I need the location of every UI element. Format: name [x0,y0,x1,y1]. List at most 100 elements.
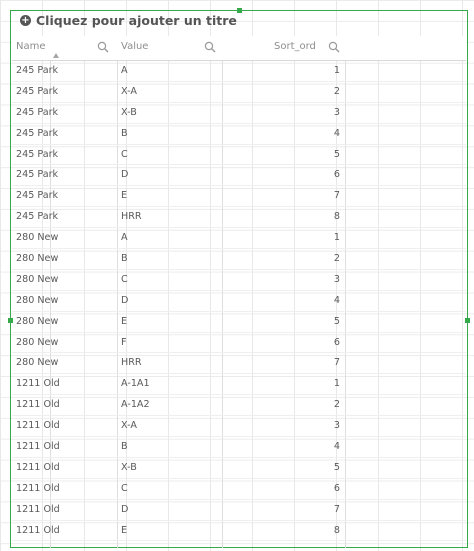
cell-value: D [121,294,129,306]
object-title[interactable]: + Cliquez pour ajouter un titre [20,11,237,29]
table-row[interactable]: 280 New D 4 [12,291,466,312]
table-row[interactable]: 280 New C 3 [12,270,466,291]
cell-value: X-B [121,461,137,473]
cell-value: B [121,127,128,139]
cell-value: E [121,190,128,202]
cell-name: 245 Park [16,148,59,160]
table-header: Name Value Sort_ord [12,36,466,61]
table-row[interactable]: 280 New B 2 [12,249,466,270]
cell-value: X-B [121,106,137,118]
cell-name: 245 Park [16,211,59,223]
table-row[interactable]: 245 Park X-A 2 [12,82,466,103]
table-row[interactable]: 245 Park E 7 [12,186,466,208]
cell-name: 280 New [16,315,59,327]
cell-value: E [121,524,128,536]
cell-name: 245 Park [16,169,59,181]
cell-value: D [121,503,129,515]
table-row[interactable]: 280 New A 1 [12,228,466,250]
search-icon[interactable] [97,41,109,53]
cell-name: 1211 Old [16,378,60,390]
search-icon[interactable] [204,41,216,53]
title-placeholder[interactable]: Cliquez pour ajouter un titre [36,13,237,28]
cell-name: 245 Park [16,190,59,202]
cell-sort-ord: 2 [333,399,340,411]
cell-sort-ord: 6 [333,336,340,348]
cell-value: A [121,65,128,76]
cell-value: HRR [121,357,142,369]
cell-value: E [121,315,128,327]
cell-name: 1211 Old [16,482,60,494]
table-row[interactable]: 245 Park A 1 [12,61,466,82]
cell-value: D [121,169,129,181]
cell-value: C [121,273,128,285]
cell-name: 280 New [16,336,59,348]
table-row[interactable]: 245 Park X-B 3 [12,103,466,124]
cell-name: 1211 Old [16,399,60,411]
sort-ascending-icon [53,53,59,58]
cell-name: 280 New [16,294,59,306]
resize-handle-top[interactable] [237,8,242,13]
table-row[interactable]: 1211 Old X-A 3 [12,416,466,438]
plus-circle-icon: + [20,14,31,26]
cell-sort-ord: 3 [333,420,340,432]
cell-sort-ord: 4 [333,294,340,306]
table-row[interactable]: 1211 Old B 4 [12,437,466,458]
cell-value: A-1A2 [121,399,150,411]
search-icon[interactable] [328,41,340,53]
cell-name: 245 Park [16,65,59,76]
cell-sort-ord: 3 [333,106,340,118]
table-body: 245 Park A 1 245 Park X-A 2 245 Park X-B 3 245 Pa… [12,61,466,542]
cell-sort-ord: 5 [333,315,340,327]
cell-value: X-A [121,420,137,432]
cell-sort-ord: 7 [333,190,340,202]
cell-name: 1211 Old [16,441,60,453]
table-row[interactable]: 1211 Old C 6 [12,479,466,500]
cell-value: F [121,336,127,348]
table-row[interactable]: 245 Park D 6 [12,165,466,187]
table-row[interactable]: 280 New E 5 [12,312,466,333]
table-row[interactable]: 280 New HRR 7 [12,353,466,375]
cell-sort-ord: 2 [333,253,340,265]
cell-name: 245 Park [16,106,59,118]
column-header-value[interactable]: Value [121,36,148,60]
cell-name: 280 New [16,253,59,265]
cell-value: B [121,441,128,453]
cell-value: A-1A1 [121,378,150,390]
cell-sort-ord: 7 [333,357,340,369]
cell-name: 280 New [16,232,59,244]
cell-value: HRR [121,211,142,223]
table-row[interactable]: 1211 Old X-B 5 [12,458,466,479]
cell-name: 280 New [16,273,59,285]
cell-sort-ord: 1 [333,65,340,76]
table-row[interactable]: 280 New F 6 [12,333,466,354]
cell-name: 1211 Old [16,524,60,536]
cell-name: 1211 Old [16,420,60,432]
cell-name: 280 New [16,357,59,369]
table-row[interactable]: 1211 Old D 7 [12,500,466,521]
cell-sort-ord: 8 [333,524,340,536]
cell-sort-ord: 5 [333,148,340,160]
table-row[interactable]: 245 Park HRR 8 [12,207,466,229]
cell-value: X-A [121,85,137,97]
cell-sort-ord: 2 [333,85,340,97]
table-row[interactable]: 245 Park B 4 [12,124,466,145]
cell-sort-ord: 3 [333,273,340,285]
cell-name: 245 Park [16,127,59,139]
column-header-sort-ord[interactable]: Sort_ord [274,36,316,60]
cell-sort-ord: 6 [333,482,340,494]
cell-value: C [121,482,128,494]
column-header-name[interactable]: Name [16,36,46,60]
table-row[interactable]: 245 Park C 5 [12,145,466,166]
cell-sort-ord: 4 [333,441,340,453]
table-row[interactable]: 1211 Old A-1A2 2 [12,395,466,417]
cell-value: A [121,232,128,244]
cell-sort-ord: 7 [333,503,340,515]
table-row[interactable]: 1211 Old A-1A1 1 [12,374,466,396]
cell-sort-ord: 6 [333,169,340,181]
straight-table: Name Value Sort_ord 245 Park A 1 245 Park X-… [12,36,466,542]
cell-value: B [121,253,128,265]
cell-name: 1211 Old [16,503,60,515]
table-row[interactable]: 1211 Old E 8 [12,521,466,542]
cell-value: C [121,148,128,160]
cell-sort-ord: 1 [333,232,340,244]
